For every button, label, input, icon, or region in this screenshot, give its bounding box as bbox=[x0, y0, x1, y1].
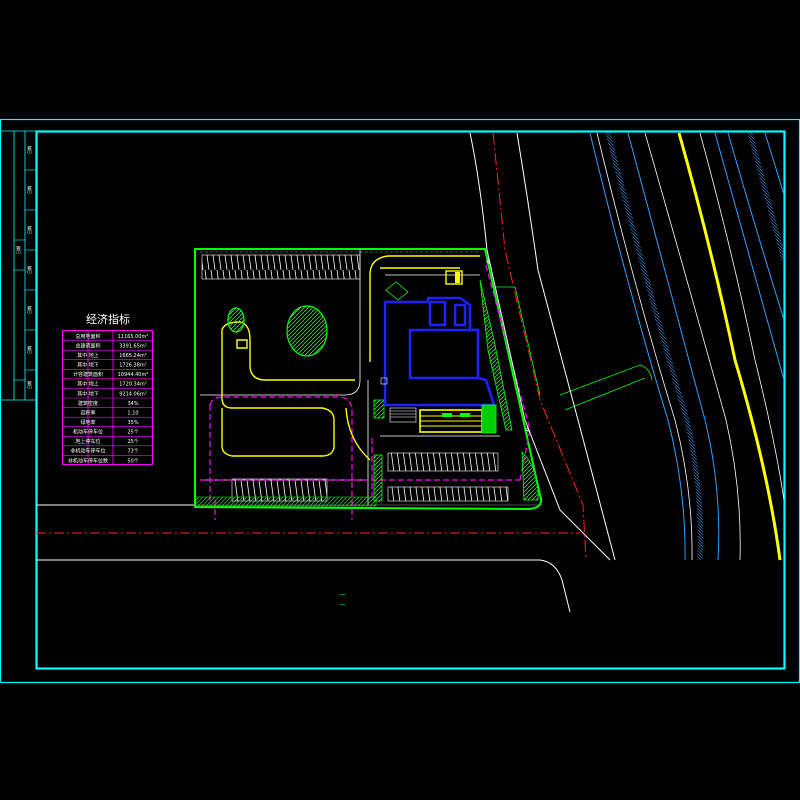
table-row-value: 1665.24m² bbox=[119, 353, 147, 359]
table-row-value: 1726.38m² bbox=[119, 363, 147, 369]
table-row-label: 其中 地下 bbox=[77, 390, 99, 397]
table-row-label: 计容建筑面积 bbox=[73, 371, 103, 378]
inner-frame bbox=[35, 130, 786, 670]
table-row-label: 总用地面积 bbox=[75, 333, 100, 340]
table-row-value: 73个 bbox=[127, 449, 138, 455]
table-row-label: 其中 地下 bbox=[77, 362, 99, 369]
table-row-value: 1720.34m² bbox=[119, 382, 147, 388]
table-row-label: 非机动车停车位 bbox=[70, 448, 105, 455]
table-row-value: 34% bbox=[127, 401, 138, 407]
table-row-label: 非机动车停车位数 bbox=[68, 457, 108, 464]
table-row-label: 机动车停车位 bbox=[73, 429, 103, 436]
table-row-value: 25个 bbox=[127, 430, 138, 436]
side-label: 日期 bbox=[26, 346, 32, 354]
svg-text:—: — bbox=[339, 590, 346, 598]
title-strip bbox=[0, 130, 36, 401]
table-row-value: 35% bbox=[127, 420, 138, 426]
main-road bbox=[469, 132, 787, 561]
side-label: 日期 bbox=[26, 186, 32, 194]
table-row-label: 地上停车位 bbox=[75, 438, 100, 445]
table-row-value: 9214.06m² bbox=[119, 391, 147, 397]
table-row-value: 25个 bbox=[127, 439, 138, 445]
marker-north: 4 bbox=[486, 258, 491, 266]
table-row-value: 10944.40m² bbox=[118, 372, 149, 378]
side-label: 日期 bbox=[26, 306, 32, 314]
marker-east: 4 bbox=[525, 426, 530, 434]
side-label: 日期 bbox=[15, 246, 21, 254]
building bbox=[383, 296, 496, 407]
side-label: 日期 bbox=[26, 146, 32, 154]
side-label: 日期 bbox=[26, 381, 32, 389]
table-row-value: 3391.65m² bbox=[119, 343, 147, 349]
table-row-label: 容积率 bbox=[80, 409, 95, 416]
side-labels: 日期日期日期日期日期日期日期日期 bbox=[15, 146, 32, 389]
table-row-value: 50个 bbox=[127, 458, 138, 464]
table-row-value: 11165.00m² bbox=[118, 334, 149, 340]
planting bbox=[195, 279, 539, 507]
side-label: 日期 bbox=[26, 266, 32, 274]
lower-roads: — — bbox=[36, 504, 580, 613]
table-title: 经济指标 bbox=[86, 312, 130, 326]
side-label: 日期 bbox=[26, 226, 32, 234]
table-row-label: 建筑密度 bbox=[78, 400, 98, 407]
table-row-label: 绿地率 bbox=[80, 419, 95, 426]
svg-text:—: — bbox=[339, 600, 346, 608]
economic-table: 经济指标 总用地面积 11165.00m² 总建筑面积 3391.65m² 其中 地上 1… bbox=[62, 312, 153, 465]
table-row-label: 其中 地上 bbox=[77, 352, 99, 359]
table-row-label: 其中 地上 bbox=[77, 381, 99, 388]
cad-site-plan: 日期日期日期日期日期日期日期日期 经济指标 总用地面积 11165.00m²总建筑… bbox=[0, 118, 800, 684]
table-row-label: 总建筑面积 bbox=[75, 342, 100, 349]
table-row-value: 1.10 bbox=[127, 410, 138, 416]
